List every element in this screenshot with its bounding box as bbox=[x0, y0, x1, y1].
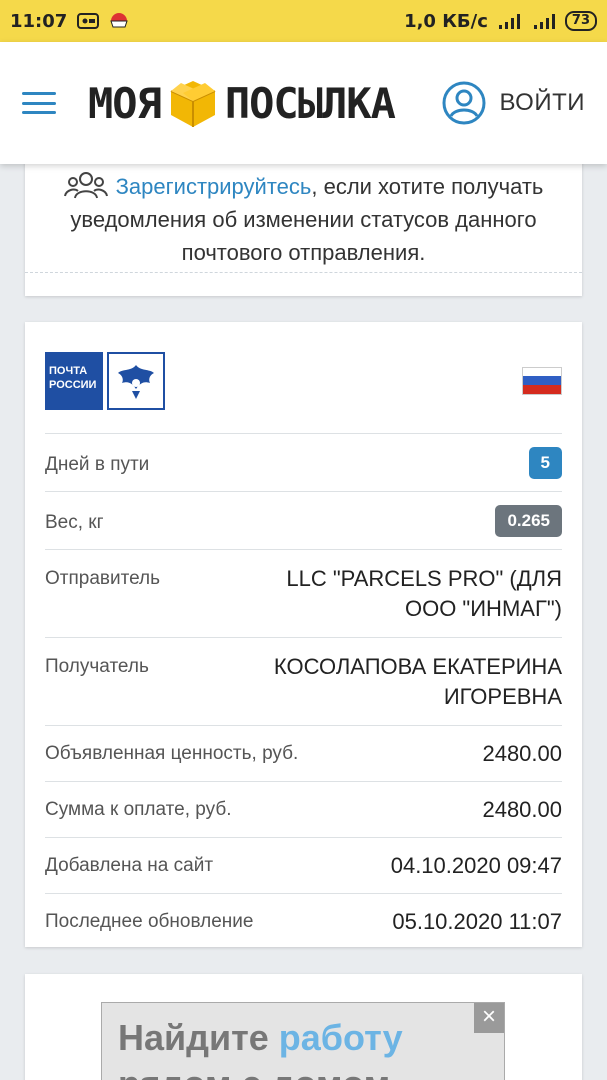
payment-row: Сумма к оплате, руб. 2480.00 bbox=[45, 782, 562, 838]
sender-value: LLC "PARCELS PRO" (ДЛЯ ООО "ИНМАГ") bbox=[286, 566, 562, 621]
ad-line1-prefix: Найдите bbox=[118, 1017, 279, 1058]
weight-label: Вес, кг bbox=[45, 511, 104, 533]
sender-label: Отправитель bbox=[45, 568, 161, 589]
carrier-logo-text: ПОЧТА РОССИИ bbox=[45, 351, 103, 410]
recipient-value: КОСОЛАПОВА ЕКАТЕРИНА ИГОРЕВНА bbox=[273, 654, 562, 709]
box-icon bbox=[170, 81, 216, 127]
days-in-transit-row: Дней в пути 5 bbox=[45, 434, 562, 492]
login-label: ВОЙТИ bbox=[499, 89, 585, 116]
network-speed: 1,0 КБ/с bbox=[404, 10, 488, 32]
updated-value: 05.10.2020 11:07 bbox=[392, 909, 562, 934]
app-notification-icon bbox=[110, 13, 128, 28]
weight-row: Вес, кг 0.265 bbox=[45, 492, 562, 550]
ad-banner[interactable]: Найдите работу рядом с домом × bbox=[101, 1002, 505, 1080]
status-time: 11:07 bbox=[10, 10, 68, 32]
site-logo[interactable]: МОЯ ПОСЫЛКА bbox=[88, 75, 396, 131]
added-value: 04.10.2020 09:47 bbox=[390, 853, 562, 878]
russia-flag-icon bbox=[522, 366, 562, 395]
register-link[interactable]: Зарегистрируйтесь bbox=[116, 174, 312, 199]
register-message: Зарегистрируйтесь, если хотите получать … bbox=[25, 150, 582, 269]
payment-value: 2480.00 bbox=[482, 797, 562, 822]
register-card: Зарегистрируйтесь, если хотите получать … bbox=[25, 150, 582, 296]
status-bar: 11:07 1,0 КБ/с 73 bbox=[0, 0, 607, 42]
payment-label: Сумма к оплате, руб. bbox=[45, 799, 232, 820]
user-icon bbox=[442, 81, 486, 125]
added-row: Добавлена на сайт 04.10.2020 09:47 bbox=[45, 838, 562, 894]
logo-text-part2: ПОСЫЛКА bbox=[224, 78, 396, 128]
russian-post-logo: ПОЧТА РОССИИ bbox=[45, 351, 165, 410]
days-in-transit-badge: 5 bbox=[528, 446, 562, 479]
added-label: Добавлена на сайт bbox=[45, 855, 214, 876]
ad-text: Найдите работу рядом с домом bbox=[118, 1015, 403, 1080]
users-icon bbox=[63, 172, 108, 199]
login-button[interactable]: ВОЙТИ bbox=[441, 80, 585, 126]
declared-value-label: Объявленная ценность, руб. bbox=[45, 743, 299, 764]
updated-label: Последнее обновление bbox=[45, 911, 254, 932]
declared-value-row: Объявленная ценность, руб. 2480.00 bbox=[45, 726, 562, 782]
days-in-transit-label: Дней в пути bbox=[45, 453, 150, 475]
site-header: МОЯ ПОСЫЛКА ВОЙТИ bbox=[0, 42, 607, 164]
parcel-info-card: ПОЧТА РОССИИ Дней в пути 5 Вес, кг 0.265… bbox=[25, 322, 582, 947]
signal-icon bbox=[498, 14, 520, 29]
declared-value: 2480.00 bbox=[482, 741, 562, 766]
weight-badge: 0.265 bbox=[495, 504, 562, 537]
close-icon[interactable]: × bbox=[474, 1003, 504, 1033]
updated-row: Последнее обновление 05.10.2020 11:07 bbox=[45, 894, 562, 950]
recipient-row: Получатель КОСОЛАПОВА ЕКАТЕРИНА ИГОРЕВНА bbox=[45, 638, 562, 726]
ad-line1-accent: работу bbox=[278, 1017, 403, 1058]
carrier-row: ПОЧТА РОССИИ bbox=[45, 342, 562, 434]
sender-row: Отправитель LLC "PARCELS PRO" (ДЛЯ ООО "… bbox=[45, 550, 562, 638]
ad-line2: рядом с домом bbox=[118, 1063, 390, 1080]
divider bbox=[25, 272, 582, 273]
recipient-label: Получатель bbox=[45, 656, 149, 677]
signal-icon bbox=[533, 14, 555, 29]
menu-icon[interactable] bbox=[22, 92, 56, 114]
app-notification-icon bbox=[77, 13, 100, 29]
battery-indicator: 73 bbox=[564, 11, 597, 31]
eagle-emblem-icon bbox=[107, 351, 165, 410]
ad-card: Найдите работу рядом с домом × bbox=[25, 974, 582, 1080]
logo-text-part1: МОЯ bbox=[88, 78, 162, 128]
